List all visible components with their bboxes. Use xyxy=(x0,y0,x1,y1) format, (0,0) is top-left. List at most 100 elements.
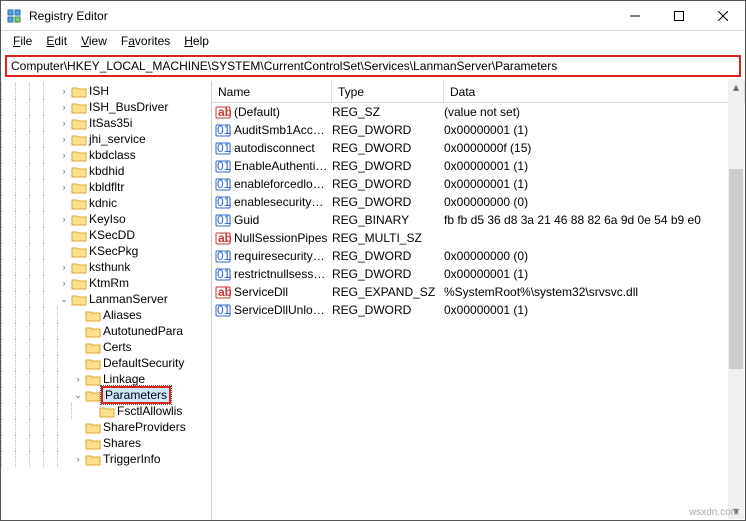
tree-item-keyiso[interactable]: ›KeyIso xyxy=(1,211,211,227)
menu-favorites[interactable]: Favorites xyxy=(115,33,176,49)
tree-item-kbdhid[interactable]: ›kbdhid xyxy=(1,163,211,179)
tree-item-shares[interactable]: Shares xyxy=(1,435,211,451)
binary-icon: 011 xyxy=(212,194,234,210)
folder-icon xyxy=(85,324,101,338)
expand-chevron-icon[interactable]: ⌄ xyxy=(57,294,71,305)
tree-item-fsctlallowlis[interactable]: FsctlAllowlis xyxy=(1,403,211,419)
tree-item-itsas35i[interactable]: › ItSas35i xyxy=(1,115,211,131)
menu-view[interactable]: View xyxy=(75,33,113,49)
svg-text:011: 011 xyxy=(217,267,231,281)
expand-chevron-icon[interactable]: › xyxy=(57,262,71,272)
value-name: ServiceDll xyxy=(234,285,332,299)
tree-label: Aliases xyxy=(101,308,144,322)
tree-item-shareproviders[interactable]: ShareProviders xyxy=(1,419,211,435)
tree-label: DefaultSecurity xyxy=(101,356,186,370)
scrollbar-vertical[interactable]: ▴ ▾ xyxy=(728,79,744,519)
folder-icon xyxy=(71,84,87,98)
value-name: autodisconnect xyxy=(234,141,332,155)
folder-icon xyxy=(85,436,101,450)
maximize-button[interactable] xyxy=(657,1,701,31)
folder-icon xyxy=(85,308,101,322)
value-row[interactable]: 011enableforcedlog...REG_DWORD0x00000001… xyxy=(212,175,745,193)
folder-icon xyxy=(71,276,87,290)
value-row[interactable]: abNullSessionPipesREG_MULTI_SZ xyxy=(212,229,745,247)
value-row[interactable]: ab(Default)REG_SZ(value not set) xyxy=(212,103,745,121)
svg-text:011: 011 xyxy=(217,123,231,137)
expand-chevron-icon[interactable]: › xyxy=(57,214,71,224)
menu-edit[interactable]: Edit xyxy=(40,33,73,49)
folder-icon xyxy=(71,228,87,242)
svg-text:011: 011 xyxy=(217,249,231,263)
svg-text:011: 011 xyxy=(217,195,231,209)
col-type[interactable]: Type xyxy=(332,81,444,102)
value-row[interactable]: 011ServiceDllUnloa...REG_DWORD0x00000001… xyxy=(212,301,745,319)
expand-chevron-icon[interactable]: › xyxy=(71,454,85,464)
tree-item-ksthunk[interactable]: ›ksthunk xyxy=(1,259,211,275)
binary-icon: 011 xyxy=(212,122,234,138)
tree-item-ktmrm[interactable]: ›KtmRm xyxy=(1,275,211,291)
close-button[interactable] xyxy=(701,1,745,31)
address-bar[interactable]: Computer\HKEY_LOCAL_MACHINE\SYSTEM\Curre… xyxy=(5,55,741,77)
expand-chevron-icon[interactable]: › xyxy=(57,102,71,112)
tree-item-defaultsecurity[interactable]: DefaultSecurity xyxy=(1,355,211,371)
binary-icon: 011 xyxy=(212,248,234,264)
tree-pane[interactable]: ›ISH›ISH_BusDriver›ItSas35i›jhi_service›… xyxy=(1,81,212,520)
value-type: REG_EXPAND_SZ xyxy=(332,285,444,299)
expand-chevron-icon[interactable]: › xyxy=(57,150,71,160)
value-row[interactable]: 011AuditSmb1AccessREG_DWORD0x00000001 (1… xyxy=(212,121,745,139)
minimize-button[interactable] xyxy=(613,1,657,31)
tree-item-aliases[interactable]: Aliases xyxy=(1,307,211,323)
col-data[interactable]: Data xyxy=(444,81,745,102)
expand-chevron-icon[interactable]: › xyxy=(57,134,71,144)
value-row[interactable]: 011GuidREG_BINARYfb fb d5 36 d8 3a 21 46… xyxy=(212,211,745,229)
expand-chevron-icon[interactable]: › xyxy=(57,182,71,192)
tree-item-parameters[interactable]: ⌄ Parameters xyxy=(1,387,211,403)
expand-chevron-icon[interactable]: › xyxy=(57,118,71,128)
value-type: REG_DWORD xyxy=(332,303,444,317)
tree-label: TriggerInfo xyxy=(101,452,163,466)
tree-item-kbldfltr[interactable]: ›kbldfltr xyxy=(1,179,211,195)
expand-chevron-icon[interactable]: ⌄ xyxy=(71,390,85,401)
svg-text:011: 011 xyxy=(217,141,231,155)
window-title: Registry Editor xyxy=(29,9,613,23)
binary-icon: 011 xyxy=(212,212,234,228)
scroll-up-icon[interactable]: ▴ xyxy=(728,79,744,95)
folder-icon xyxy=(71,116,87,130)
value-row[interactable]: 011requiresecuritysi...REG_DWORD0x000000… xyxy=(212,247,745,265)
tree-label: Parameters xyxy=(101,386,171,404)
value-row[interactable]: 011EnableAuthentic...REG_DWORD0x00000001… xyxy=(212,157,745,175)
column-headers[interactable]: Name Type Data xyxy=(212,81,745,103)
value-row[interactable]: 011restrictnullsessa...REG_DWORD0x000000… xyxy=(212,265,745,283)
tree-item-kdnic[interactable]: kdnic xyxy=(1,195,211,211)
tree-item-linkage[interactable]: ›Linkage xyxy=(1,371,211,387)
folder-icon xyxy=(71,180,87,194)
tree-item-lanmanserver[interactable]: ⌄LanmanServer xyxy=(1,291,211,307)
tree-item-ish[interactable]: ›ISH xyxy=(1,83,211,99)
watermark: wsxdn.com xyxy=(689,507,739,518)
tree-item-ish_busdriver[interactable]: › ISH_BusDriver xyxy=(1,99,211,115)
menu-file[interactable]: File xyxy=(7,33,38,49)
string-icon: ab xyxy=(212,230,234,246)
expand-chevron-icon[interactable]: › xyxy=(57,86,71,96)
value-row[interactable]: 011enablesecuritysi...REG_DWORD0x0000000… xyxy=(212,193,745,211)
tree-item-certs[interactable]: Certs xyxy=(1,339,211,355)
tree-label: ISH_BusDriver xyxy=(87,100,170,114)
tree-item-kbdclass[interactable]: ›kbdclass xyxy=(1,147,211,163)
svg-text:ab: ab xyxy=(218,231,231,245)
tree-item-triggerinfo[interactable]: › TriggerInfo xyxy=(1,451,211,467)
tree-item-ksecpkg[interactable]: KSecPkg xyxy=(1,243,211,259)
value-row[interactable]: 011autodisconnectREG_DWORD0x0000000f (15… xyxy=(212,139,745,157)
tree-item-autotunedpara[interactable]: AutotunedPara xyxy=(1,323,211,339)
tree-item-jhi_service[interactable]: ›jhi_service xyxy=(1,131,211,147)
value-data: %SystemRoot%\system32\srvsvc.dll xyxy=(444,285,745,299)
value-row[interactable]: abServiceDllREG_EXPAND_SZ%SystemRoot%\sy… xyxy=(212,283,745,301)
expand-chevron-icon[interactable]: › xyxy=(57,278,71,288)
col-name[interactable]: Name xyxy=(212,81,332,102)
scroll-thumb[interactable] xyxy=(729,169,743,369)
expand-chevron-icon[interactable]: › xyxy=(57,166,71,176)
menu-help[interactable]: Help xyxy=(178,33,215,49)
expand-chevron-icon[interactable]: › xyxy=(71,374,85,384)
tree-item-ksecdd[interactable]: KSecDD xyxy=(1,227,211,243)
values-pane: Name Type Data ab(Default)REG_SZ(value n… xyxy=(212,81,745,520)
tree-label: ItSas35i xyxy=(87,116,134,130)
